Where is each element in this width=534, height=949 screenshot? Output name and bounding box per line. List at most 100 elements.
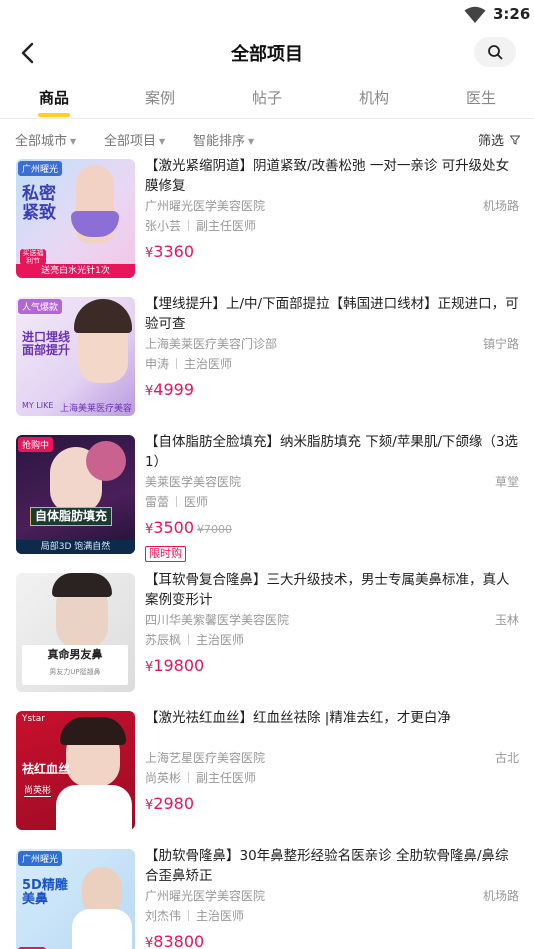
header: 全部项目	[0, 30, 534, 76]
doctor-title: 主治医师	[196, 909, 245, 923]
funnel-icon	[509, 135, 521, 145]
price-value: 83800	[153, 932, 205, 949]
doctor-name: 申涛	[145, 357, 170, 371]
product-thumbnail: 人气爆款 进口埋线 面部提升 MY LIKE 上海美莱医疗美容	[16, 297, 135, 416]
doctor-name: 刘杰伟	[145, 909, 182, 923]
product-title: 【自体脂肪全脸填充】纳米脂肪填充 下颏/苹果肌/下颌缘（3选1）	[145, 434, 518, 470]
caret-down-icon: ▼	[248, 137, 255, 146]
thumbnail-badge: Ystar	[22, 714, 45, 724]
product-title: 【激光紧缩阴道】阴道紧致/改善松弛 一对一亲诊 可升级处女膜修复	[145, 158, 510, 194]
doctor-title: 主治医师	[184, 357, 233, 371]
list-item[interactable]: 广州曜光 私密紧致 买送福利节 送亮白水光针1次 【激光紧缩阴道】阴道紧致/改善…	[0, 156, 534, 294]
active-tab-indicator	[38, 113, 70, 117]
sort-filter[interactable]: 智能排序 ▼	[193, 130, 254, 149]
project-filter[interactable]: 全部项目 ▼	[104, 130, 165, 149]
tab-cases[interactable]: 案例	[120, 87, 200, 108]
clinic-name: 美莱医学美容医院	[145, 475, 242, 489]
thumbnail-badge: 广州曜光	[18, 161, 63, 176]
price: ¥19800	[145, 656, 519, 680]
search-button[interactable]	[474, 37, 516, 67]
project-filter-label: 全部项目	[104, 134, 157, 149]
product-title: 【埋线提升】上/中/下面部提拉【韩国进口线材】正规进口，可验可查	[145, 296, 519, 332]
price: ¥3500 ¥7000	[145, 518, 519, 542]
caret-down-icon: ▼	[70, 137, 77, 146]
price-value: 19800	[153, 656, 205, 675]
location: 古北	[494, 751, 519, 765]
price-value: 3500	[153, 518, 194, 537]
thumbnail-badge: 人气爆款	[18, 299, 63, 314]
list-item[interactable]: 人气爆款 进口埋线 面部提升 MY LIKE 上海美莱医疗美容 【埋线提升】上/…	[0, 294, 534, 432]
doctor-title: 副主任医师	[196, 219, 257, 233]
product-title: 【激光祛红血丝】红血丝祛除 |精准去红，才更白净	[145, 710, 451, 726]
list-item[interactable]: 抢购中 自体脂肪填充 局部3D 饱满自然 【自体脂肪全脸填充】纳米脂肪填充 下颏…	[0, 432, 534, 570]
doctor-name: 雷蕾	[145, 495, 170, 509]
divider	[0, 118, 534, 119]
product-thumbnail: 真命男友鼻 男友力UP挺翘鼻	[16, 573, 135, 692]
search-icon	[488, 45, 503, 60]
thumbnail-ribbon: 尚英彬	[24, 783, 52, 797]
thumbnail-ribbon: 上海美莱医疗美容	[60, 404, 133, 414]
product-thumbnail: 广州曜光 5D精雕 美鼻 年中	[16, 849, 135, 949]
sort-filter-label: 智能排序	[193, 134, 246, 149]
thumbnail-badge: 广州曜光	[18, 851, 63, 866]
doctor-title: 医师	[184, 495, 209, 509]
list-item[interactable]: 广州曜光 5D精雕 美鼻 年中 【肋软骨隆鼻】30年鼻整形经验名医亲诊 全肋软骨…	[0, 846, 534, 949]
clinic-name: 广州曜光医学美容医院	[145, 889, 266, 903]
tab-institutions[interactable]: 机构	[334, 87, 414, 108]
doctor-name: 张小芸	[145, 219, 182, 233]
price: ¥83800	[145, 932, 519, 949]
tab-posts[interactable]: 帖子	[227, 87, 307, 108]
thumbnail-ribbon: 送亮白水光针1次	[16, 264, 135, 278]
location: 草堂	[494, 475, 519, 489]
tab-bar: 商品 案例 帖子 机构 医生	[0, 80, 534, 118]
thumbnail-headline: 进口埋线 面部提升	[22, 330, 71, 358]
filter-button[interactable]: 筛选	[478, 130, 521, 149]
product-thumbnail: Ystar 祛红血丝 尚英彬	[16, 711, 135, 830]
doctor-name: 尚英彬	[145, 771, 182, 785]
price: ¥4999	[145, 380, 519, 404]
product-title: 【耳软骨复合隆鼻】三大升级技术，男士专属美鼻标准，真人案例变形计	[145, 572, 510, 608]
thumbnail-headline: 真命男友鼻	[47, 648, 103, 661]
thumbnail-corner: 买送福利节	[20, 249, 46, 265]
clinic-name: 上海艺星医疗美容医院	[145, 751, 266, 765]
product-thumbnail: 抢购中 自体脂肪填充 局部3D 饱满自然	[16, 435, 135, 554]
list-item[interactable]: 真命男友鼻 男友力UP挺翘鼻 【耳软骨复合隆鼻】三大升级技术，男士专属美鼻标准，…	[0, 570, 534, 708]
thumbnail-headline: 5D精雕 美鼻	[22, 878, 68, 908]
original-price: ¥7000	[197, 523, 232, 536]
page-title: 全部项目	[231, 44, 303, 65]
thumbnail-corner: MY LIKE	[22, 401, 54, 410]
limited-sale-tag: 限时购	[145, 546, 186, 562]
list-item[interactable]: Ystar 祛红血丝 尚英彬 【激光祛红血丝】红血丝祛除 |精准去红，才更白净 …	[0, 708, 534, 846]
filter-bar: 全部城市 ▼ 全部项目 ▼ 智能排序 ▼ 筛选	[0, 126, 534, 152]
wifi-icon	[464, 6, 486, 23]
thumbnail-headline: 祛红血丝	[22, 762, 71, 776]
price-value: 3360	[153, 242, 194, 261]
city-filter-label: 全部城市	[15, 134, 68, 149]
price-value: 2980	[153, 794, 194, 813]
city-filter[interactable]: 全部城市 ▼	[15, 130, 76, 149]
thumbnail-badge: 抢购中	[18, 437, 54, 452]
caret-down-icon: ▼	[159, 137, 166, 146]
location: 镇宁路	[482, 337, 519, 351]
thumbnail-ribbon: 男友力UP挺翘鼻	[49, 668, 101, 676]
doctor-name: 苏辰枫	[145, 633, 182, 647]
doctor-title: 主治医师	[196, 633, 245, 647]
tab-doctors[interactable]: 医生	[441, 87, 521, 108]
thumbnail-headline: 自体脂肪填充	[30, 507, 113, 527]
product-title: 【肋软骨隆鼻】30年鼻整形经验名医亲诊 全肋软骨隆鼻/鼻综合歪鼻矫正	[145, 848, 509, 884]
status-bar: 3:26	[0, 0, 534, 30]
location: 玉林	[494, 613, 519, 627]
price: ¥3360	[145, 242, 519, 266]
price: ¥2980	[145, 794, 519, 818]
product-thumbnail: 广州曜光 私密紧致 买送福利节 送亮白水光针1次	[16, 159, 135, 278]
status-time: 3:26	[493, 5, 531, 23]
clinic-name: 四川华美紫馨医学美容医院	[145, 613, 290, 627]
price-value: 4999	[153, 380, 194, 399]
tab-products[interactable]: 商品	[14, 87, 94, 108]
clinic-name: 上海美莱医疗美容门诊部	[145, 337, 278, 351]
thumbnail-ribbon: 局部3D 饱满自然	[16, 540, 135, 554]
thumbnail-headline: 私密紧致	[22, 184, 56, 223]
clinic-name: 广州曜光医学美容医院	[145, 199, 266, 213]
filter-button-label: 筛选	[478, 134, 505, 149]
doctor-title: 副主任医师	[196, 771, 257, 785]
